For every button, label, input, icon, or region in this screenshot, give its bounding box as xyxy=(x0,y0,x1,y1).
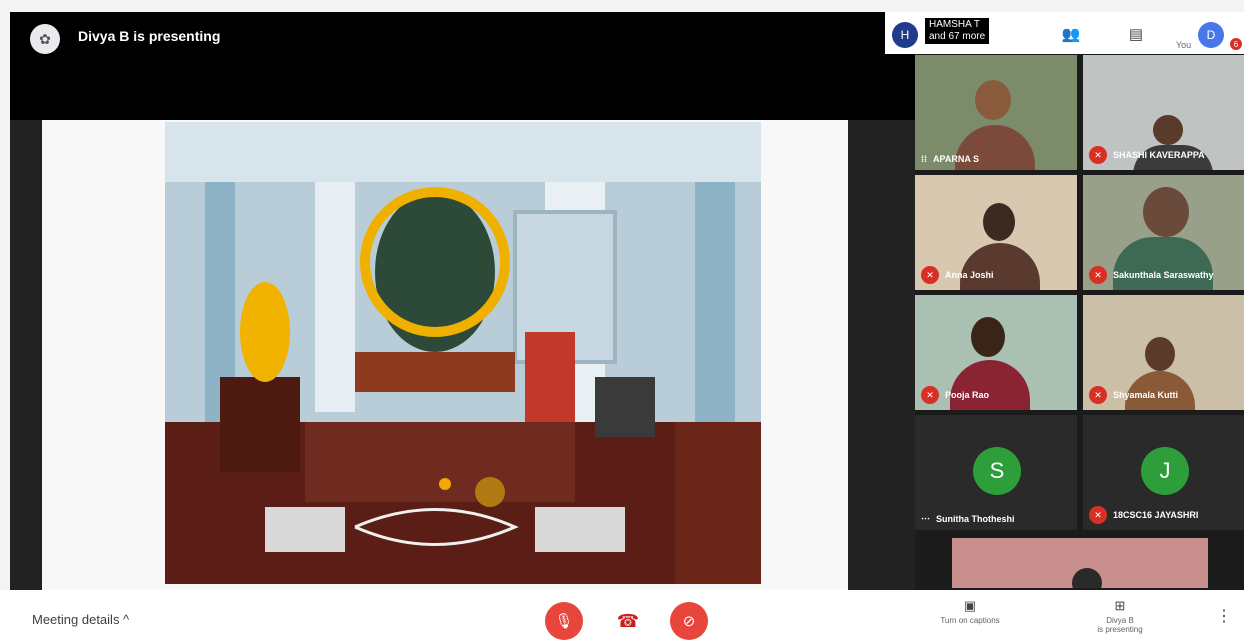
participant-tile[interactable]: J ✕ 18CSC16 JAYASHRI xyxy=(1083,415,1244,530)
captions-icon: ▣ xyxy=(963,598,977,613)
participant-name: Sakunthala Saraswathy xyxy=(1113,270,1214,280)
participant-initial-avatar: J xyxy=(1141,447,1189,495)
mic-off-icon: ✕ xyxy=(1089,266,1107,284)
captions-label: Turn on captions xyxy=(940,616,1000,625)
mic-off-icon: ✕ xyxy=(1089,506,1107,524)
participant-name: APARNA S xyxy=(933,154,980,164)
mic-off-icon: ✕ xyxy=(1089,146,1107,164)
participant-name: SHASHI KAVERAPPA xyxy=(1113,150,1205,160)
mic-off-icon: 🎙 xyxy=(554,613,574,630)
host-avatar[interactable]: H xyxy=(892,22,918,48)
mic-off-icon: ✕ xyxy=(1089,386,1107,404)
participant-name: Pooja Rao xyxy=(945,390,990,400)
participant-tile[interactable]: ✕ Anna Joshi xyxy=(915,175,1077,290)
presenting-status: Divya B is presenting xyxy=(78,28,221,44)
more-count: and 67 more xyxy=(929,31,986,42)
participant-name: 18CSC16 JAYASHRI xyxy=(1113,510,1199,520)
phone-icon: ☎ xyxy=(616,610,640,631)
presented-image xyxy=(165,122,761,584)
participant-tile[interactable]: ✕ Pooja Rao xyxy=(915,295,1077,410)
participant-tile[interactable] xyxy=(952,538,1208,588)
participant-initial-avatar: S xyxy=(973,447,1021,495)
captions-button[interactable]: ▣ Turn on captions xyxy=(930,598,1010,625)
camera-off-icon: ⊘ xyxy=(682,613,696,630)
more-options-icon[interactable]: ⋮ xyxy=(1216,606,1232,626)
participant-tile[interactable]: ⁞⁞ APARNA S xyxy=(915,55,1077,170)
self-avatar[interactable]: D xyxy=(1198,22,1224,48)
presenter-avatar-icon: ✿ xyxy=(30,24,60,54)
shrine-photo-drawing xyxy=(165,122,761,584)
mic-off-button[interactable]: 🎙 xyxy=(545,602,583,640)
presenting-label-2: is presenting xyxy=(1097,625,1143,634)
participant-name: Anna Joshi xyxy=(945,270,994,280)
hang-up-button[interactable]: ☎ xyxy=(614,608,642,634)
participant-tile[interactable]: ✕ Sakunthala Saraswathy xyxy=(1083,175,1244,290)
presenting-button[interactable]: ⊞ Divya B is presenting xyxy=(1080,598,1160,634)
notification-badge: 6 xyxy=(1230,38,1242,50)
present-screen-icon: ⊞ xyxy=(1114,598,1126,613)
participant-tile[interactable]: S ⋯ Sunitha Thotheshi xyxy=(915,415,1077,530)
meeting-details-button[interactable]: Meeting details ^ xyxy=(32,612,129,627)
participant-name: Sunitha Thotheshi xyxy=(936,513,1015,524)
chat-icon[interactable]: ▤ xyxy=(1123,22,1149,46)
participant-tile[interactable]: ✕ SHASHI KAVERAPPA xyxy=(1083,55,1244,170)
participant-tile[interactable]: ✕ Shyamala Kutti xyxy=(1083,295,1244,410)
presenting-label-1: Divya B xyxy=(1106,616,1134,625)
you-label: You xyxy=(1176,40,1192,50)
people-icon[interactable]: 👥 xyxy=(1058,22,1084,46)
camera-off-button[interactable]: ⊘ xyxy=(670,602,708,640)
host-name: HAMSHA T xyxy=(929,19,980,30)
participant-name: Shyamala Kutti xyxy=(1113,390,1179,400)
mic-off-icon: ✕ xyxy=(921,386,939,404)
participant-summary[interactable]: HAMSHA T and 67 more xyxy=(925,18,990,44)
mic-off-icon: ✕ xyxy=(921,266,939,284)
